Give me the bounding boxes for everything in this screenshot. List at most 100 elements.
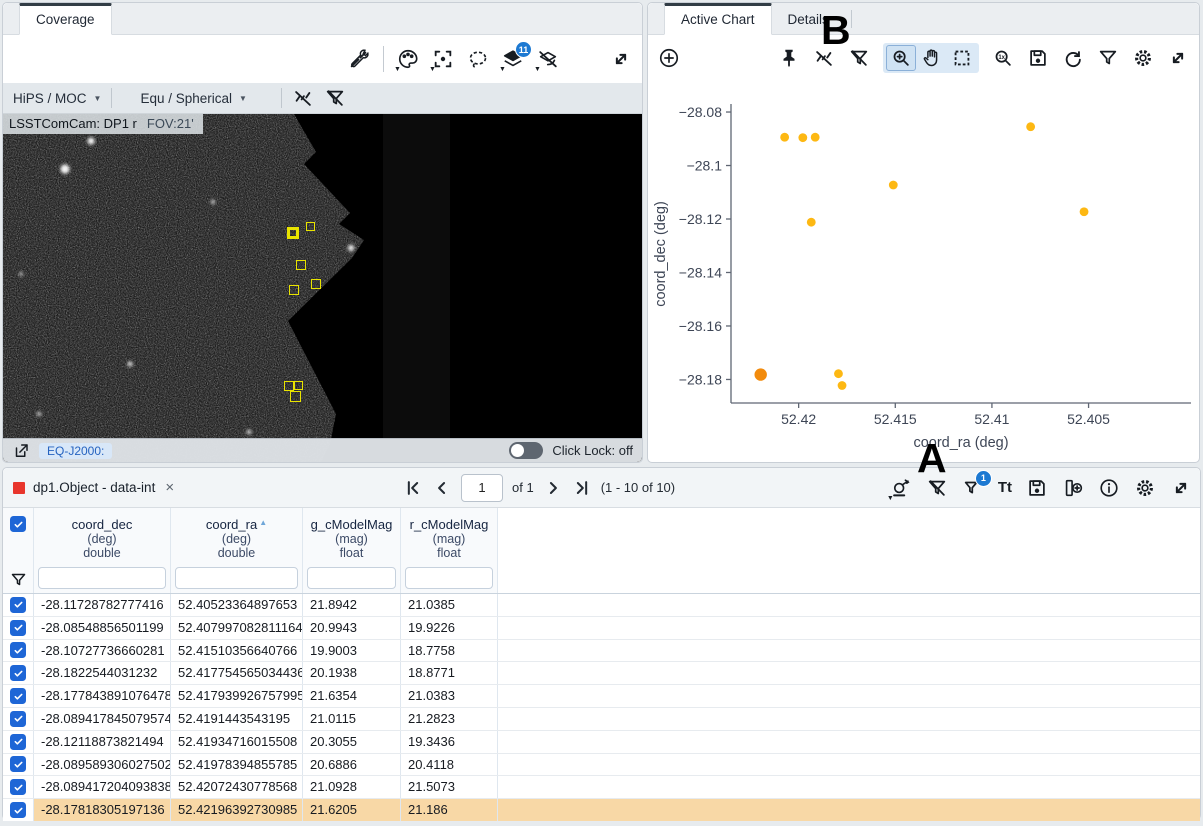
scatter-point[interactable] (810, 132, 820, 142)
expand-icon[interactable] (610, 48, 632, 70)
row-checkbox[interactable] (10, 665, 26, 682)
filter-count-badge: 1 (974, 469, 992, 487)
cell-r_cModelMag: 21.5073 (401, 776, 498, 799)
table-row[interactable]: -28.11728782777416 52.40523364897653 21.89… (3, 594, 1200, 617)
table-row[interactable]: -28.1822544031232 52.417754565034436 20.19… (3, 662, 1200, 686)
settings-gear-icon[interactable] (1132, 47, 1154, 69)
add-column-icon[interactable] (1062, 477, 1084, 499)
scatter-point[interactable] (1079, 207, 1089, 217)
source-marker[interactable] (311, 279, 321, 289)
table-row[interactable]: -28.089417845079574 52.4191443543195 21.01… (3, 707, 1200, 731)
table-row[interactable]: -28.177843891076478 52.417939926757995 21.… (3, 685, 1200, 708)
table-row[interactable]: -28.089589306027502 52.41978394855785 20.6… (3, 753, 1200, 777)
chevron-down-icon: ▼ (93, 93, 102, 103)
filter-cell-r_cModelMag (401, 566, 498, 593)
restore-icon[interactable] (1062, 47, 1084, 69)
settings-gear-icon[interactable] (1134, 477, 1156, 499)
pan-icon[interactable] (918, 46, 946, 70)
row-checkbox[interactable] (10, 516, 26, 532)
filter-icon[interactable] (1097, 47, 1119, 69)
page-input[interactable] (461, 473, 503, 502)
column-header-r_cModelMag[interactable]: r_cModelMag (mag) float (401, 508, 498, 566)
row-checkbox[interactable] (10, 619, 26, 636)
text-view-icon[interactable]: Tt (998, 479, 1012, 496)
filter-input-coord_ra[interactable] (175, 567, 298, 589)
row-checkbox-cell (3, 799, 34, 821)
filter-input-coord_dec[interactable] (38, 567, 166, 589)
scatter-point[interactable] (834, 369, 843, 379)
filter-input-r_cModelMag[interactable] (405, 567, 493, 589)
table-row[interactable]: -28.12118873821494 52.41934716015508 20.30… (3, 730, 1200, 754)
save-icon[interactable] (1027, 47, 1049, 69)
row-checkbox[interactable] (10, 642, 26, 659)
column-header-g_cModelMag[interactable]: g_cModelMag (mag) float (303, 508, 401, 566)
cell-coord_dec: -28.17818305197136 (34, 799, 171, 821)
data-products-icon[interactable]: ▼ (887, 477, 912, 502)
prev-page-icon[interactable] (432, 478, 452, 498)
source-marker[interactable] (287, 227, 299, 239)
column-header-coord_ra[interactable]: coord_ra ▲ (deg) double (171, 508, 303, 566)
source-marker[interactable] (290, 391, 301, 402)
cell-r_cModelMag: 19.3436 (401, 730, 498, 753)
layers-off-icon[interactable]: ▼ (534, 48, 559, 73)
filter-off-icon[interactable] (324, 87, 346, 109)
scatter-chart[interactable]: −28.08 −28.1 −28.12 −28.14 −28.16 −28.18 52.4… (648, 80, 1199, 462)
overlay-off-icon[interactable] (292, 87, 314, 109)
next-page-icon[interactable] (543, 478, 563, 498)
expand-icon[interactable] (1167, 47, 1189, 69)
table-row[interactable]: -28.10727736660281 52.41510356640766 19.90… (3, 639, 1200, 663)
add-chart-icon[interactable] (658, 47, 680, 69)
column-header-coord_dec[interactable]: coord_dec (deg) double (34, 508, 171, 566)
row-checkbox[interactable] (10, 596, 26, 613)
tab-coverage[interactable]: Coverage (19, 3, 112, 35)
filter-off-icon[interactable] (848, 47, 870, 69)
scatter-point[interactable] (837, 381, 847, 390)
save-icon[interactable] (1026, 477, 1048, 499)
external-link-icon[interactable] (12, 442, 30, 460)
scatter-point[interactable] (1026, 122, 1036, 132)
click-lock-toggle[interactable] (509, 442, 544, 459)
source-marker[interactable] (294, 381, 303, 390)
box-select-icon[interactable] (948, 46, 976, 70)
zoom-in-icon[interactable] (886, 44, 916, 71)
scatter-point[interactable] (754, 368, 767, 381)
source-marker[interactable] (284, 381, 294, 391)
hips-moc-dropdown[interactable]: HiPS / MOC ▼ (13, 91, 101, 106)
cell-r_cModelMag: 21.2823 (401, 707, 498, 730)
center-on-target-icon[interactable]: ▼ (429, 48, 454, 73)
row-checkbox[interactable] (10, 779, 26, 796)
tab-active-chart[interactable]: Active Chart (664, 3, 772, 35)
zoom-original-icon[interactable]: 1x (992, 47, 1014, 69)
source-marker[interactable] (289, 285, 299, 295)
row-checkbox[interactable] (10, 733, 26, 750)
table-row[interactable]: -28.17818305197136 52.42196392730985 21.62… (3, 799, 1200, 822)
filter-input-g_cModelMag[interactable] (307, 567, 396, 589)
source-marker[interactable] (306, 222, 315, 231)
filters-applied-icon[interactable]: 1 (962, 469, 992, 499)
sky-image-viewer[interactable]: LSSTComCam: DP1 r FOV:21' EQ-J2000: Clic… (3, 114, 642, 462)
close-icon[interactable]: × (163, 479, 176, 496)
projection-dropdown[interactable]: Equ / Spherical ▼ (140, 91, 246, 106)
source-marker[interactable] (296, 260, 306, 270)
scatter-point[interactable] (798, 133, 808, 143)
row-checkbox[interactable] (10, 688, 26, 705)
filter-icon[interactable] (10, 571, 27, 588)
data-points[interactable] (754, 122, 1089, 390)
expand-icon[interactable] (1170, 477, 1192, 499)
table-row[interactable]: -28.089417204093838 52.42072430778568 21.0… (3, 776, 1200, 800)
first-page-icon[interactable] (403, 478, 423, 498)
table-row[interactable]: -28.08548856501199 52.407997082811164 20.9… (3, 616, 1200, 640)
layers-icon[interactable]: 11 ▼ (499, 41, 532, 73)
scatter-point[interactable] (888, 180, 898, 190)
row-checkbox[interactable] (10, 710, 26, 727)
select-region-icon[interactable] (467, 48, 489, 70)
color-palette-icon[interactable]: ▼ (394, 48, 419, 73)
row-checkbox[interactable] (10, 756, 26, 773)
pin-icon[interactable] (778, 47, 800, 69)
tools-icon[interactable] (348, 48, 370, 70)
info-icon[interactable] (1098, 477, 1120, 499)
row-checkbox[interactable] (10, 802, 26, 819)
scatter-point[interactable] (780, 132, 790, 142)
last-page-icon[interactable] (572, 478, 592, 498)
scatter-point[interactable] (806, 217, 816, 227)
